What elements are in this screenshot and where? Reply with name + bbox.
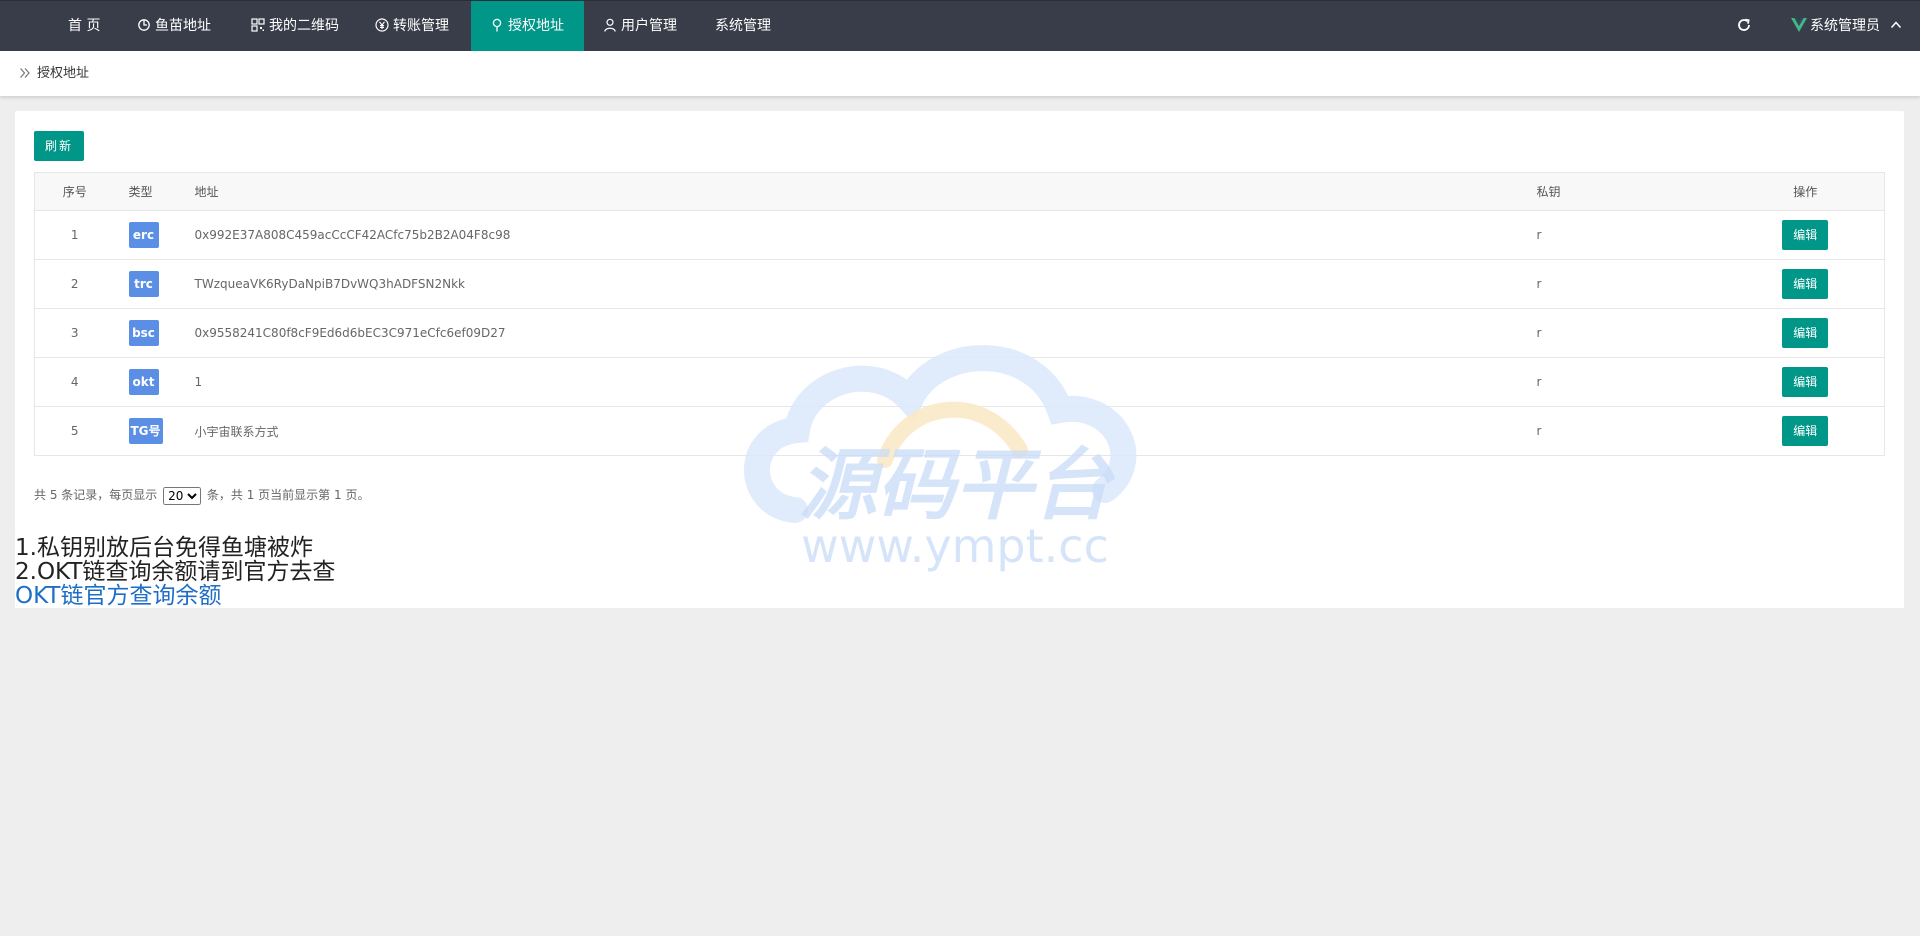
row-private-key: r	[1536, 259, 1727, 309]
type-badge: bsc	[128, 320, 159, 346]
location-pin-icon	[492, 18, 502, 32]
nav-item-home[interactable]: 首 页	[54, 1, 114, 52]
row-private-key: r	[1536, 357, 1727, 407]
qrcode-icon	[251, 18, 265, 32]
column-header-action: 操作	[1726, 172, 1885, 211]
breadcrumb-current: 授权地址	[37, 66, 90, 81]
nav-item-label: 用户管理	[621, 18, 677, 34]
vue-logo-icon	[1791, 18, 1807, 32]
yen-icon	[375, 18, 389, 32]
refresh-page-button[interactable]	[1736, 1, 1758, 52]
type-badge: okt	[128, 369, 159, 395]
row-address: 小宇宙联系方式	[194, 406, 1537, 456]
nav-item-fish-address[interactable]: 鱼苗地址	[122, 1, 226, 52]
pagination: 共 5 条记录，每页显示 20 条，共 1 页当前显示第 1 页。	[34, 486, 369, 505]
nav-item-label: 系统管理	[715, 18, 771, 34]
type-badge: TG号	[128, 418, 163, 444]
table-row: 1 erc 0x992E37A808C459acCcCF42ACfc75b2B2…	[34, 210, 1885, 260]
address-table: 序号 类型 地址 私钥 操作 1 erc 0x992E37A808C459acC…	[34, 172, 1885, 456]
pagination-suffix: 条，共 1 页当前显示第 1 页。	[206, 488, 370, 502]
address-card: 刷新 序号 类型 地址 私钥 操作 1 erc 0x992E37A808C459…	[15, 111, 1904, 535]
refresh-icon	[1738, 18, 1750, 31]
double-chevron-right-icon	[20, 68, 30, 78]
table-row: 2 trc TWzqueaVK6RyDaNpiB7DvWQ3hADFSN2Nkk…	[34, 259, 1885, 309]
nav-item-my-qrcode[interactable]: 我的二维码	[236, 1, 354, 52]
admin-user-menu[interactable]: 系统管理员	[1790, 1, 1902, 52]
row-index: 3	[34, 308, 115, 358]
type-badge: erc	[128, 222, 159, 248]
top-nav-bar: 首 页 鱼苗地址 我的二维码 转账管理 授权地址 用户管理 系统管理 系统管理员	[0, 0, 1920, 52]
type-badge: trc	[128, 271, 159, 297]
row-private-key: r	[1536, 406, 1727, 456]
row-index: 4	[34, 357, 115, 407]
note-line-1: 1.私钥别放后台免得鱼塘被炸	[15, 535, 313, 561]
table-header-row: 序号 类型 地址 私钥 操作	[34, 172, 1885, 211]
note-line-2: 2.OKT链查询余额请到官方去查	[15, 559, 336, 585]
edit-button[interactable]: 编辑	[1782, 269, 1829, 299]
nav-item-label: 转账管理	[393, 18, 449, 34]
edit-button[interactable]: 编辑	[1782, 367, 1829, 397]
nav-item-user-management[interactable]: 用户管理	[588, 1, 692, 52]
chevron-up-icon	[1891, 21, 1902, 29]
refresh-button[interactable]: 刷新	[34, 131, 84, 161]
admin-name: 系统管理员	[1810, 18, 1880, 34]
nav-item-transfer-management[interactable]: 转账管理	[360, 1, 464, 52]
row-private-key: r	[1536, 308, 1727, 358]
row-index: 1	[34, 210, 115, 260]
fish-icon	[138, 19, 150, 31]
column-header-private-key: 私钥	[1536, 172, 1727, 211]
notes-panel: 1.私钥别放后台免得鱼塘被炸 2.OKT链查询余额请到官方去查 OKT链官方查询…	[15, 535, 1904, 608]
edit-button[interactable]: 编辑	[1782, 416, 1829, 446]
row-index: 5	[34, 406, 115, 456]
nav-item-label: 首 页	[68, 18, 101, 34]
breadcrumb: 授权地址	[0, 51, 1920, 96]
page-size-select[interactable]: 20	[163, 486, 202, 505]
row-index: 2	[34, 259, 115, 309]
table-row: 3 bsc 0x9558241C80f8cF9Ed6d6bEC3C971eCfc…	[34, 308, 1885, 358]
table-row: 5 TG号 小宇宙联系方式 r 编辑	[34, 406, 1885, 456]
row-private-key: r	[1536, 210, 1727, 260]
nav-item-label: 授权地址	[508, 18, 564, 34]
edit-button[interactable]: 编辑	[1782, 220, 1829, 250]
row-address: 0x992E37A808C459acCcCF42ACfc75b2B2A04F8c…	[194, 210, 1537, 260]
nav-item-system-management[interactable]: 系统管理	[700, 1, 786, 52]
row-address: 1	[194, 357, 1537, 407]
column-header-address: 地址	[194, 172, 1537, 211]
column-header-index: 序号	[34, 172, 115, 211]
okt-balance-link[interactable]: OKT链官方查询余额	[15, 583, 221, 609]
nav-item-label: 鱼苗地址	[155, 18, 211, 34]
row-address: 0x9558241C80f8cF9Ed6d6bEC3C971eCfc6ef09D…	[194, 308, 1537, 358]
row-address: TWzqueaVK6RyDaNpiB7DvWQ3hADFSN2Nkk	[194, 259, 1537, 309]
nav-item-authorized-address[interactable]: 授权地址	[471, 1, 584, 52]
user-icon	[604, 18, 616, 32]
table-row: 4 okt 1 r 编辑	[34, 357, 1885, 407]
nav-item-label: 我的二维码	[269, 18, 339, 34]
edit-button[interactable]: 编辑	[1782, 318, 1829, 348]
column-header-type: 类型	[114, 172, 195, 211]
pagination-prefix: 共 5 条记录，每页显示	[34, 488, 158, 502]
